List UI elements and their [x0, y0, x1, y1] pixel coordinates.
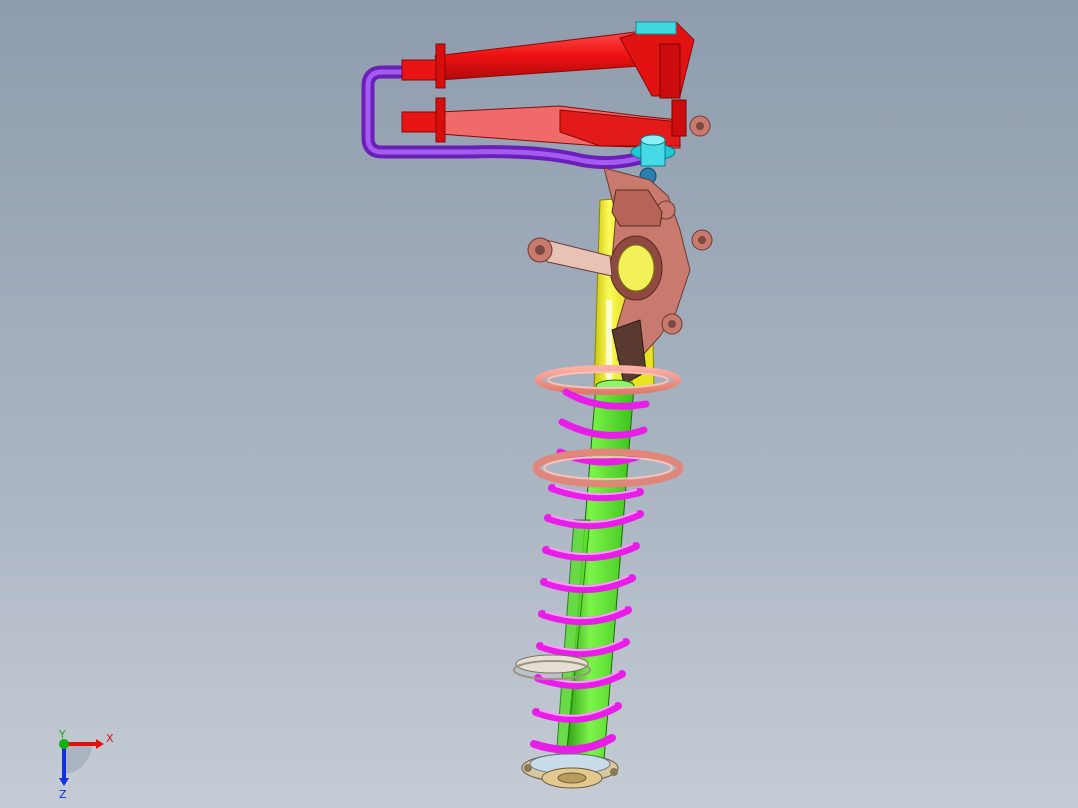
- z-axis-arrowhead: [59, 778, 69, 786]
- 3d-viewport[interactable]: X Y Z: [0, 0, 1078, 808]
- bottom-mount[interactable]: [521, 753, 619, 789]
- suspension-assembly-model[interactable]: [0, 0, 1078, 808]
- y-axis-label: Y: [58, 728, 66, 741]
- coordinate-triad: X Y Z: [58, 728, 114, 801]
- x-axis-arrowhead: [96, 739, 104, 749]
- upper-control-arm[interactable]: [401, 21, 695, 99]
- steering-knuckle[interactable]: [527, 167, 713, 385]
- x-axis-label: X: [106, 732, 114, 745]
- triad-quadrant: [64, 744, 93, 774]
- z-axis-label: Z: [59, 788, 67, 801]
